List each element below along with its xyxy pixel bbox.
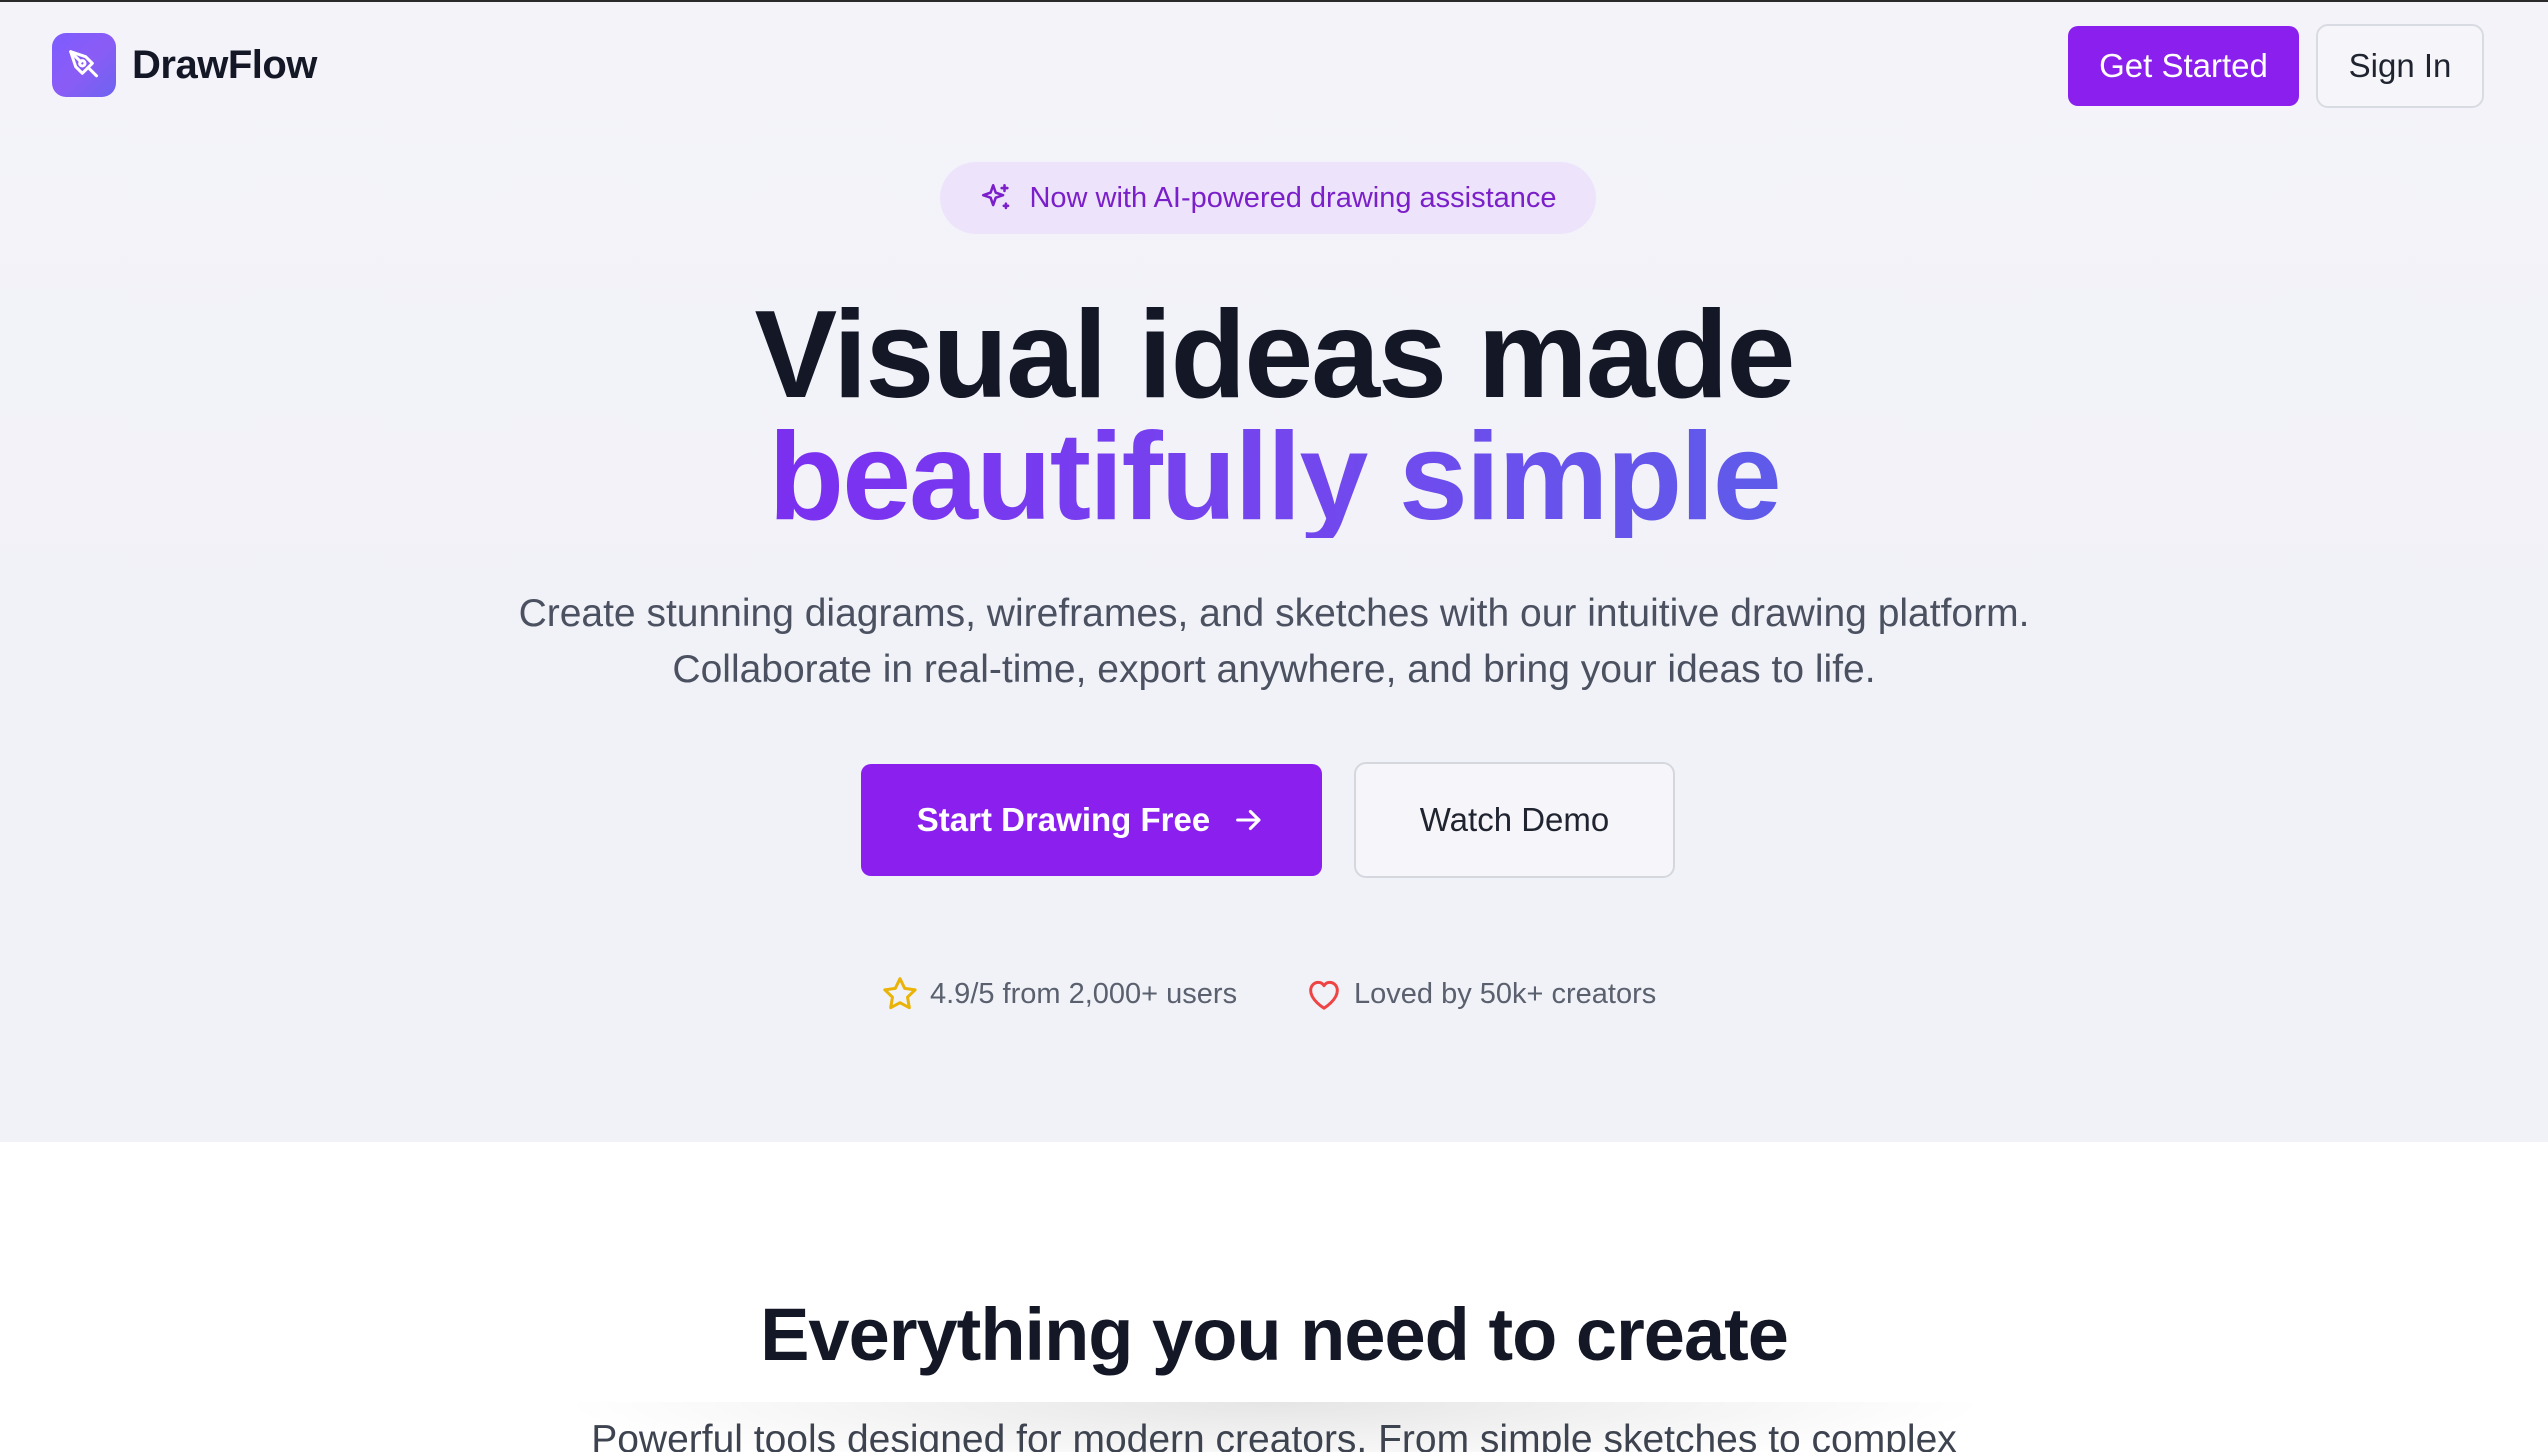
start-drawing-button[interactable]: Start Drawing Free (861, 764, 1322, 876)
get-started-button[interactable]: Get Started (2068, 26, 2299, 106)
badge-text: Now with AI-powered drawing assistance (1029, 181, 1557, 214)
subtitle-line-2: Collaborate in real-time, export anywher… (672, 648, 1876, 691)
loved-proof: Loved by 50k+ creators (1304, 972, 1656, 1016)
loved-text: Loved by 50k+ creators (1354, 977, 1657, 1010)
subtitle-line-1: Create stunning diagrams, wireframes, an… (518, 592, 2030, 635)
heart-icon (1309, 980, 1339, 1010)
star-icon (883, 977, 917, 1010)
features-title: Everything you need to create (760, 1293, 1789, 1376)
brand-name: DrawFlow (132, 42, 317, 87)
announcement-badge[interactable]: Now with AI-powered drawing assistance (940, 162, 1596, 234)
headline-line-2: beautifully simple (768, 408, 1781, 546)
headline-line-1: Visual ideas made (754, 286, 1796, 424)
features-subtitle: Powerful tools designed for modern creat… (591, 1418, 1957, 1452)
arrow-right-icon (1236, 809, 1261, 831)
brand-logo[interactable]: DrawFlow (52, 33, 317, 97)
rating-proof: 4.9/5 from 2,000+ users (880, 972, 1237, 1016)
watch-demo-button[interactable]: Watch Demo (1354, 762, 1675, 878)
hero-subtitle: Create stunning diagrams, wireframes, an… (0, 586, 2548, 698)
hero-headline: Visual ideas made beautifully simple (0, 286, 2548, 546)
pen-tool-icon (52, 33, 116, 97)
sign-in-button[interactable]: Sign In (2316, 24, 2484, 108)
top-nav: DrawFlow Get Started Sign In (0, 2, 2548, 132)
landing-page: DrawFlow Get Started Sign In Now with AI… (0, 0, 2548, 1452)
hero-section: DrawFlow Get Started Sign In Now with AI… (0, 2, 2548, 1142)
sparkles-icon (982, 183, 1010, 210)
start-drawing-label: Start Drawing Free (916, 801, 1211, 838)
rating-text: 4.9/5 from 2,000+ users (930, 977, 1238, 1010)
